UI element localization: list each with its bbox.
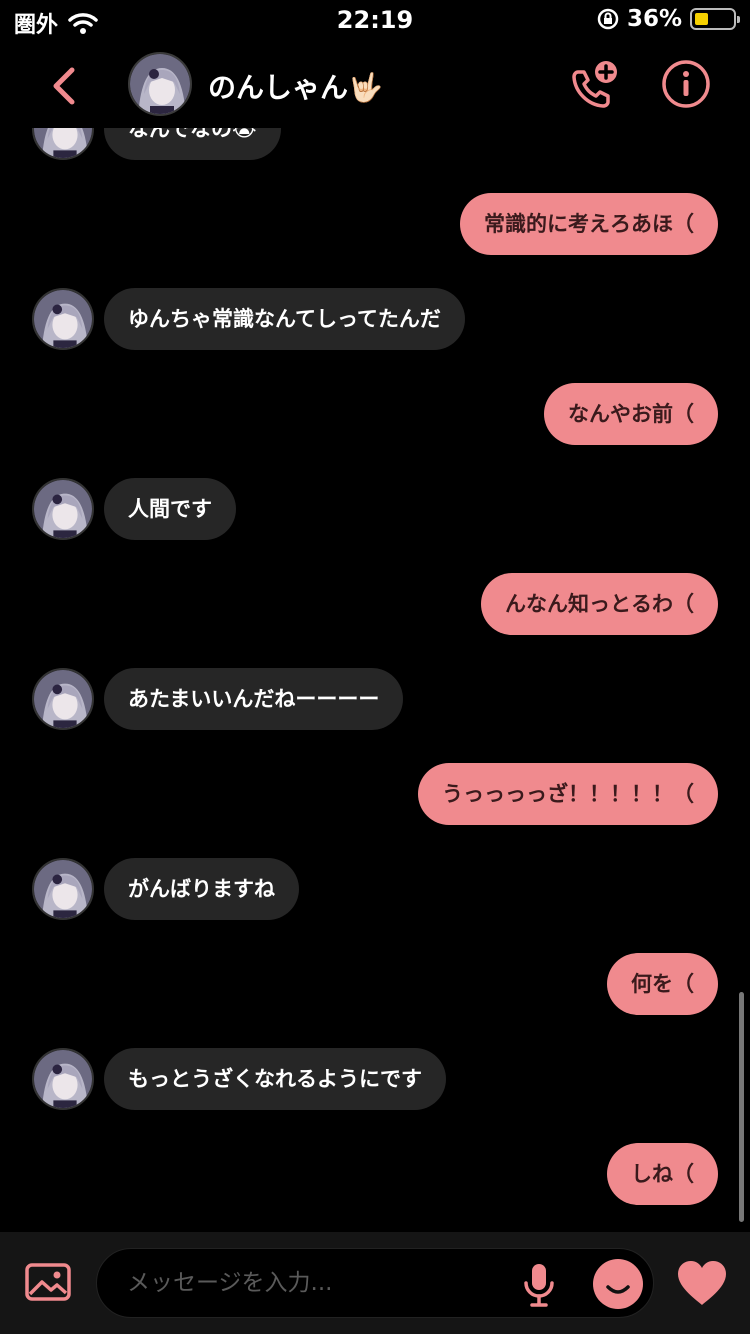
message-row: 何を（ <box>0 953 750 1015</box>
outgoing-message-bubble[interactable]: しね（ <box>607 1143 718 1205</box>
message-row: うっっっっざ！！！！！（ <box>0 763 750 825</box>
video-call-add-icon[interactable] <box>566 58 622 114</box>
rotation-lock-icon <box>597 8 619 30</box>
microphone-icon[interactable] <box>521 1261 557 1309</box>
incoming-message-bubble[interactable]: なんでなの😭 <box>104 128 281 160</box>
info-icon[interactable] <box>660 58 712 110</box>
message-row: なんでなの😭 <box>0 128 750 160</box>
contact-name[interactable]: のんしゃん🤟🏻 <box>208 66 383 106</box>
gallery-icon[interactable] <box>24 1260 72 1304</box>
message-row: がんばりますね <box>0 858 750 920</box>
battery-icon <box>690 8 740 30</box>
status-bar: 圏外 22:19 36% <box>0 0 750 40</box>
heart-icon[interactable] <box>674 1258 730 1308</box>
message-row: なんやお前（ <box>0 383 750 445</box>
incoming-message-bubble[interactable]: 人間です <box>104 478 236 540</box>
sender-avatar[interactable] <box>32 288 94 350</box>
scrollbar[interactable] <box>739 992 744 1222</box>
message-row: しね（ <box>0 1143 750 1205</box>
emoji-face-glyph <box>606 1285 630 1294</box>
message-row: んなん知っとるわ（ <box>0 573 750 635</box>
battery-fill <box>695 13 708 25</box>
outgoing-message-bubble[interactable]: 何を（ <box>607 953 718 1015</box>
back-chevron-icon[interactable] <box>44 62 84 110</box>
message-input[interactable] <box>127 1249 507 1317</box>
message-row: 人間です <box>0 478 750 540</box>
message-input-wrapper <box>96 1248 654 1318</box>
message-list[interactable]: なんでなの😭 常識的に考えろあほ（ ゆんちゃ常識なんてしってたんだなんやお前（ 人間で… <box>0 128 750 1230</box>
status-right: 36% <box>597 6 740 32</box>
chat-header: のんしゃん🤟🏻 <box>0 44 750 128</box>
battery-percent: 36% <box>626 6 682 32</box>
incoming-message-bubble[interactable]: ゆんちゃ常識なんてしってたんだ <box>104 288 465 350</box>
emoji-icon[interactable] <box>593 1259 643 1309</box>
avatar-image <box>130 54 190 114</box>
sender-avatar[interactable] <box>32 1048 94 1110</box>
message-row: もっとうざくなれるようにです <box>0 1048 750 1110</box>
sender-avatar[interactable] <box>32 858 94 920</box>
incoming-message-bubble[interactable]: がんばりますね <box>104 858 299 920</box>
message-row: ゆんちゃ常識なんてしってたんだ <box>0 288 750 350</box>
outgoing-message-bubble[interactable]: なんやお前（ <box>544 383 718 445</box>
message-row: 常識的に考えろあほ（ <box>0 193 750 255</box>
outgoing-message-bubble[interactable]: んなん知っとるわ（ <box>481 573 718 635</box>
composer-bar <box>0 1232 750 1334</box>
outgoing-message-bubble[interactable]: 常識的に考えろあほ（ <box>460 193 718 255</box>
sender-avatar[interactable] <box>32 668 94 730</box>
contact-avatar[interactable] <box>128 52 192 116</box>
outgoing-message-bubble[interactable]: うっっっっざ！！！！！（ <box>418 763 718 825</box>
sender-avatar[interactable] <box>32 128 94 160</box>
message-row: あたまいいんだねーーーー <box>0 668 750 730</box>
incoming-message-bubble[interactable]: もっとうざくなれるようにです <box>104 1048 446 1110</box>
sender-avatar[interactable] <box>32 478 94 540</box>
incoming-message-bubble[interactable]: あたまいいんだねーーーー <box>104 668 404 730</box>
